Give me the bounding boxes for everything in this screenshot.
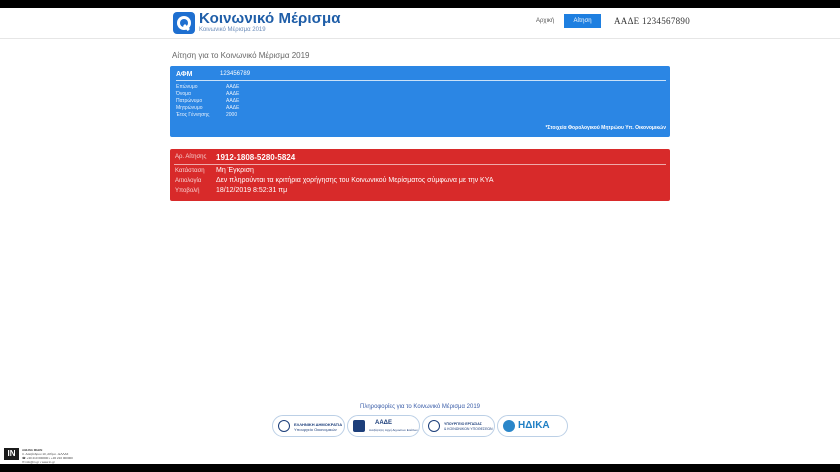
nav-home-link[interactable]: Αρχική (536, 18, 554, 24)
status-label: Κατάσταση (175, 168, 205, 174)
submission-label: Υποβολή (175, 188, 200, 194)
page-title: Αίτηση για το Κοινωνικό Μέρισμα 2019 (172, 51, 310, 60)
info-value: ΑΑΔΕ (226, 98, 240, 104)
divider (174, 164, 666, 165)
user-label: ΑΑΔΕ 1234567890 (614, 16, 691, 26)
ministry-labour-emblem-icon (428, 420, 440, 432)
application-number-value: 1912-1808-5280-5824 (216, 153, 296, 162)
watermark-logo: IN (4, 448, 19, 460)
application-number-label: Αρ. Αίτησης (175, 154, 207, 160)
logo-line: Ανεξάρτητη Αρχή Δημοσίων Εσόδων (369, 428, 418, 432)
afm-label: ΑΦΜ (176, 71, 193, 78)
site-header: Κοινωνικό Μέρισμα Κοινωνικό Μέρισμα 2019… (0, 8, 840, 39)
app-title[interactable]: Κοινωνικό Μέρισμα (199, 10, 341, 27)
nav-application-button[interactable]: Αίτηση (564, 14, 601, 28)
info-label: Επώνυμο (176, 84, 198, 90)
idika-logo-icon (503, 420, 515, 432)
status-value: Μη Έγκριση (216, 167, 254, 174)
info-value: 2000 (226, 112, 238, 118)
submission-value: 18/12/2019 8:52:31 πμ (216, 187, 288, 194)
app-logo-icon[interactable] (173, 12, 195, 34)
app-subtitle: Κοινωνικό Μέρισμα 2019 (199, 27, 266, 33)
aade-logo-icon (353, 420, 365, 432)
footer-logo-idika[interactable]: ΗΔΙΚΑ (497, 415, 568, 437)
footer-logo-ministry-finance[interactable]: ΕΛΛΗΝΙΚΗ ΔΗΜΟΚΡΑΤΙΑ Υπουργείο Οικονομικώ… (272, 415, 345, 437)
info-value: ΑΑΔΕ (226, 105, 240, 111)
page: Κοινωνικό Μέρισμα Κοινωνικό Μέρισμα 2019… (0, 8, 840, 464)
info-label: Έτος Γέννησης (176, 112, 210, 118)
info-label: Πατρώνυμο (176, 98, 203, 104)
info-label: Όνομα (176, 91, 191, 97)
info-link[interactable]: Πληροφορίες για το Κοινωνικό Μέρισμα 201… (0, 404, 840, 410)
watermark-line: ✉ info@in.gr • www.in.gr (22, 460, 55, 464)
logo-line: ΑΑΔΕ (375, 420, 392, 426)
reason-label: Αιτιολογία (175, 178, 202, 184)
source-note: *Στοιχεία Φορολογικού Μητρώου Υπ. Οικονο… (545, 125, 666, 131)
info-value: ΑΑΔΕ (226, 91, 240, 97)
greek-republic-emblem-icon (278, 420, 290, 432)
application-status-card: Αρ. Αίτησης 1912-1808-5280-5824 Κατάστασ… (170, 149, 670, 201)
footer-logo-aade[interactable]: ΑΑΔΕ Ανεξάρτητη Αρχή Δημοσίων Εσόδων (347, 415, 420, 437)
reason-value: Δεν πληρούνται τα κριτήρια χορήγησης του… (216, 177, 494, 184)
footer-logo-ministry-labour[interactable]: ΥΠΟΥΡΓΕΙΟ ΕΡΓΑΣΙΑΣ & ΚΟΙΝΩΝΙΚΩΝ ΥΠΟΘΕΣΕΩ… (422, 415, 495, 437)
info-label: Μητρώνυμο (176, 105, 203, 111)
logo-line: ΗΔΙΚΑ (518, 420, 550, 431)
afm-value: 123456789 (220, 71, 251, 77)
taxpayer-info-card: ΑΦΜ 123456789 Επώνυμο ΑΑΔΕ Όνομα ΑΑΔΕ Πα… (170, 66, 670, 137)
logo-line: Υπουργείο Οικονομικών (294, 427, 337, 432)
info-value: ΑΑΔΕ (226, 84, 240, 90)
logo-line: & ΚΟΙΝΩΝΙΚΩΝ ΥΠΟΘΕΣΕΩΝ (444, 427, 493, 431)
divider (176, 80, 666, 81)
